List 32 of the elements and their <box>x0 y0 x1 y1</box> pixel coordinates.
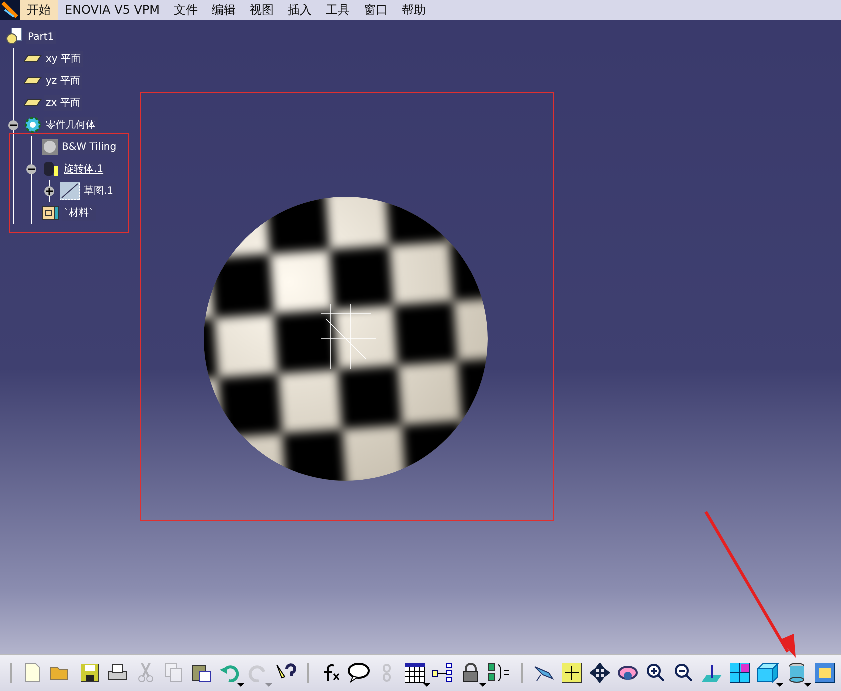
collapse-icon[interactable] <box>26 164 37 174</box>
tree-item[interactable]: 草图.1 <box>82 183 116 199</box>
plane-icon <box>24 98 42 108</box>
gear-icon <box>24 116 42 134</box>
dropdown-arrow-icon[interactable] <box>776 683 784 687</box>
menu-item[interactable]: 编辑 <box>205 0 244 20</box>
tree-item[interactable]: yz 平面 <box>44 73 82 89</box>
solid-icon <box>42 160 60 178</box>
app-logo-icon[interactable] <box>0 0 20 20</box>
plane-icon <box>24 76 42 86</box>
tree-item[interactable]: Part1 <box>26 30 56 44</box>
tree-item[interactable]: 旋转体.1 <box>62 161 106 177</box>
menu-item[interactable]: 文件 <box>167 0 206 20</box>
menu-item[interactable]: 开始 <box>20 0 58 20</box>
tree-item[interactable]: xy 平面 <box>44 51 84 67</box>
menu-item[interactable]: 插入 <box>281 0 320 20</box>
plane-icon <box>24 54 42 64</box>
tree-item[interactable]: `材料` <box>62 205 96 221</box>
sketch-icon <box>60 182 80 200</box>
part-icon <box>6 28 24 46</box>
expand-icon[interactable] <box>44 186 55 196</box>
texture-icon <box>42 139 58 155</box>
menu-item[interactable]: ENOVIA V5 VPM <box>58 0 168 20</box>
tree-item[interactable]: B&W Tiling <box>60 140 119 154</box>
menu-item[interactable]: 工具 <box>319 0 358 20</box>
dropdown-arrow-icon[interactable] <box>237 683 246 687</box>
menu-item[interactable]: 视图 <box>243 0 282 20</box>
collapse-icon[interactable] <box>8 120 19 130</box>
dropdown-arrow-icon[interactable] <box>422 683 430 687</box>
material-icon <box>42 204 60 222</box>
menu-item[interactable]: 窗口 <box>357 0 396 20</box>
menu-item[interactable]: 帮助 <box>395 0 434 20</box>
